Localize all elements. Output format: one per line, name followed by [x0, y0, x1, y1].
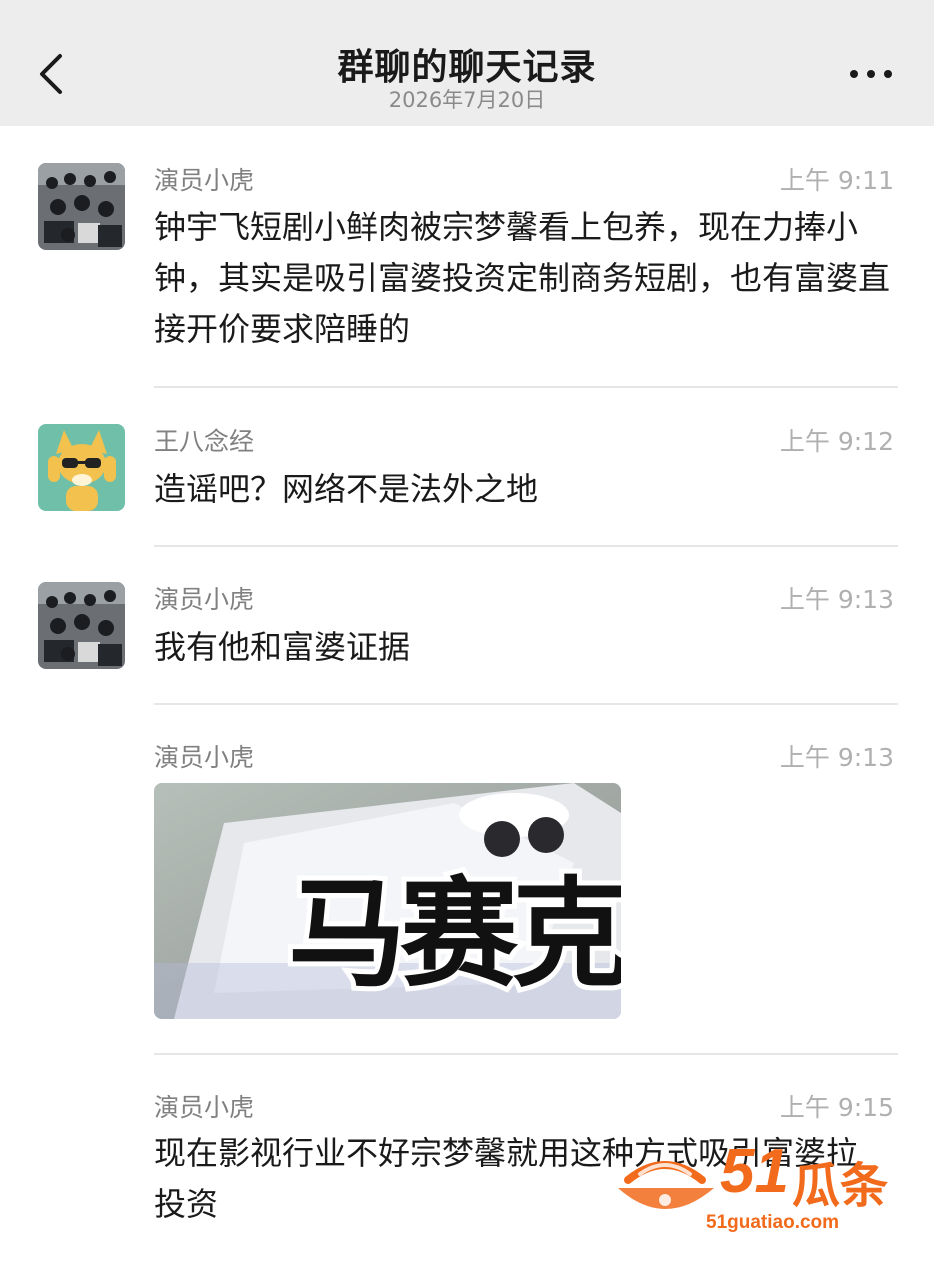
sender-name: 演员小虎: [154, 743, 255, 772]
more-dots-icon: [850, 70, 858, 78]
message-time: 上午 9:13: [779, 743, 894, 772]
chat-date: 2026年7月20日: [388, 88, 546, 112]
message-time: 上午 9:12: [779, 427, 894, 456]
message-time: 上午 9:11: [779, 166, 894, 195]
message-time: 上午 9:15: [779, 1093, 894, 1122]
divider: [154, 1053, 898, 1055]
avatar[interactable]: [38, 582, 125, 669]
page-title: 群聊的聊天记录: [337, 47, 597, 88]
more-button[interactable]: [846, 64, 896, 84]
sender-name: 王八念经: [154, 427, 255, 456]
divider: [154, 703, 898, 705]
watermark-url: 51guatiao.com: [706, 1212, 840, 1233]
divider: [154, 386, 898, 388]
chat-header: 群聊的聊天记录 2026年7月20日: [0, 0, 934, 126]
svg-text:马赛克: 马赛克: [288, 865, 621, 1003]
mosaic-overlay-text: 马赛克: [286, 860, 621, 1008]
watermark-logo-icon: [618, 1161, 714, 1209]
avatar[interactable]: [38, 424, 125, 511]
message-text: 造谣吧？网络不是法外之地: [154, 470, 539, 508]
message-time: 上午 9:13: [779, 585, 894, 614]
message-text: 我有他和富婆证据: [154, 628, 411, 666]
sender-name: 演员小虎: [154, 1093, 255, 1122]
avatar[interactable]: [38, 163, 125, 250]
watermark-number: 51: [720, 1137, 789, 1206]
message-image[interactable]: 马赛克: [154, 783, 621, 1019]
sender-name: 演员小虎: [154, 585, 255, 614]
sender-name: 演员小虎: [154, 166, 255, 195]
message-text: 钟宇飞短剧小鲜肉被宗梦馨看上包养，现在力捧小钟，其实是吸引富婆投资定制商务短剧，…: [154, 208, 891, 348]
site-watermark: 51 瓜条 51guatiao.com: [610, 1137, 910, 1235]
watermark-brand: 瓜条: [792, 1158, 889, 1214]
divider: [154, 545, 898, 547]
